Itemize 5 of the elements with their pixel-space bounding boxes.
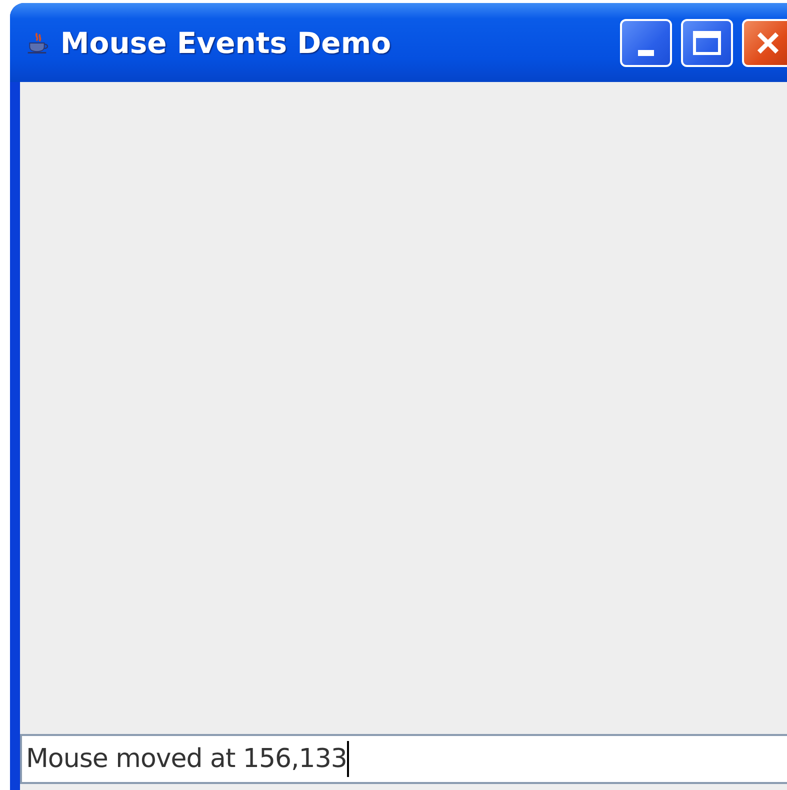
text-field[interactable]: Mouse moved at 156,133 — [20, 734, 787, 784]
maximize-button[interactable] — [681, 18, 733, 66]
close-button[interactable] — [742, 18, 787, 66]
minimize-button[interactable] — [620, 18, 672, 66]
window-title: Mouse Events Demo — [60, 26, 391, 60]
